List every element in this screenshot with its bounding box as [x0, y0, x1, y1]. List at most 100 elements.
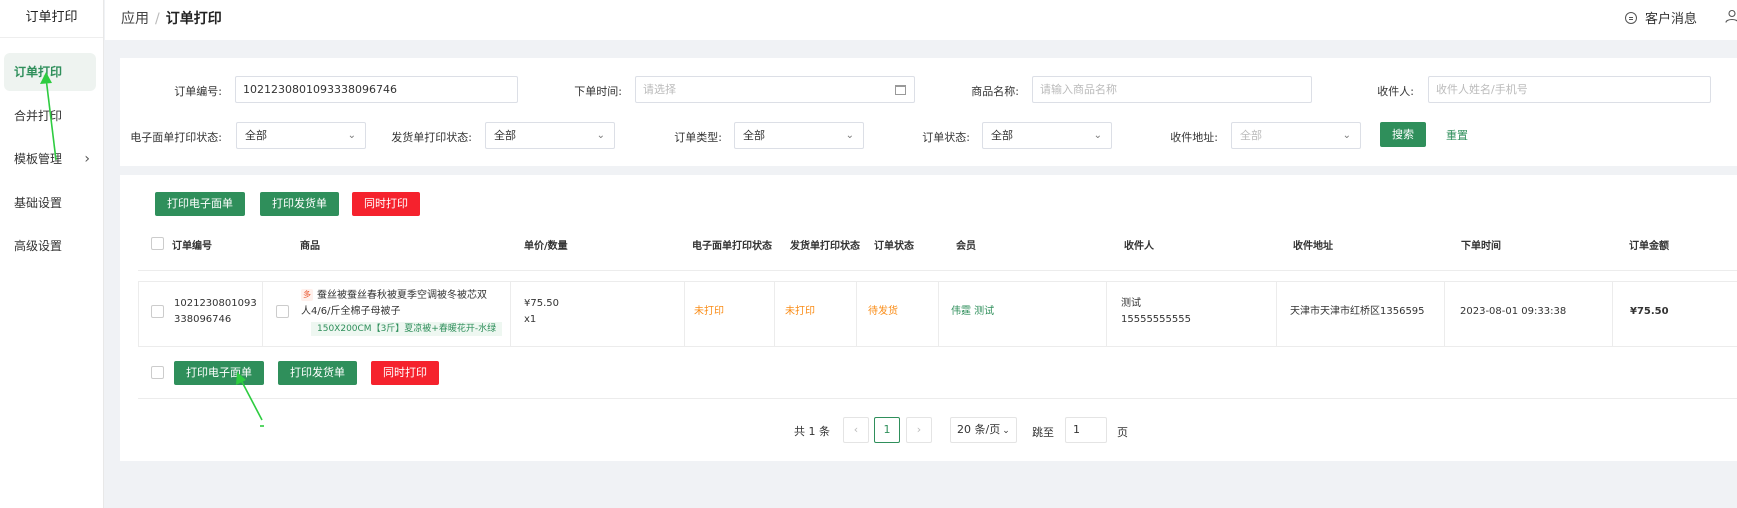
ewaybill-status-value: 全部	[245, 129, 267, 142]
customer-message-label: 客户消息	[1645, 12, 1698, 27]
sidebar-item-template-manage[interactable]: 模板管理 ›	[4, 140, 96, 178]
column-header: 订单金额	[1629, 241, 1669, 252]
order-time-label: 下单时间:	[574, 85, 622, 98]
bottom-select-all-checkbox[interactable]	[151, 366, 164, 379]
page-size-select[interactable]: 20 条/页 ⌄	[950, 417, 1017, 443]
ship-status-value: 全部	[494, 129, 516, 142]
order-type-value: 全部	[743, 129, 765, 142]
column-header: 商品	[300, 241, 320, 252]
breadcrumb-root[interactable]: 应用	[121, 11, 149, 27]
order-type-select[interactable]: 全部 ⌄	[734, 122, 864, 149]
receiver-input[interactable]: 收件人姓名/手机号	[1428, 76, 1711, 103]
jump-label: 跳至	[1032, 426, 1054, 439]
address-select[interactable]: 全部 ⌄	[1231, 122, 1361, 149]
divider	[856, 281, 857, 346]
prev-page-button[interactable]: ‹	[843, 417, 869, 443]
column-header: 收件人	[1124, 241, 1154, 252]
column-header: 电子面单打印状态	[692, 241, 772, 252]
customer-message-button[interactable]: 客户消息	[1625, 8, 1697, 27]
order-status-select[interactable]: 全部 ⌄	[982, 122, 1112, 149]
print-both-button[interactable]: 同时打印	[352, 192, 420, 216]
sidebar: 订单打印 订单打印 合并打印 模板管理 › 基础设置 高级设置	[0, 0, 104, 508]
column-header: 会员	[956, 241, 976, 252]
address-label: 收件地址:	[1170, 131, 1218, 144]
sidebar-item-merge-print[interactable]: 合并打印	[4, 97, 96, 135]
order-type-label: 订单类型:	[674, 131, 722, 144]
ewaybill-status-badge: 未打印	[694, 306, 724, 317]
ewaybill-status-select[interactable]: 全部 ⌄	[236, 122, 366, 149]
sidebar-item-label: 模板管理	[14, 152, 63, 166]
sidebar-item-label: 合并打印	[14, 109, 63, 123]
breadcrumb-separator: /	[155, 11, 160, 27]
product-checkbox[interactable]	[276, 305, 289, 318]
sidebar-title: 订单打印	[0, 0, 103, 38]
chevron-down-icon: ⌄	[1342, 130, 1351, 141]
chevron-right-icon: ›	[84, 151, 90, 167]
print-ewaybill-button[interactable]: 打印电子面单	[155, 192, 245, 216]
column-header: 收件地址	[1293, 241, 1333, 252]
bottom-print-shipping-button[interactable]: 打印发货单	[278, 361, 357, 385]
order-no-input[interactable]: 1021230801093338096746	[235, 76, 518, 103]
sidebar-item-order-print[interactable]: 订单打印	[4, 53, 96, 91]
sidebar-item-basic-settings[interactable]: 基础设置	[4, 184, 96, 222]
breadcrumb-current: 订单打印	[165, 11, 222, 27]
order-time-picker[interactable]: 请选择	[635, 76, 915, 103]
pagination-total: 共 1 条	[794, 425, 830, 438]
receiver-info: 测试 15555555555	[1121, 298, 1191, 325]
breadcrumb: 应用 / 订单打印	[121, 8, 222, 28]
divider	[138, 346, 1737, 347]
bottom-print-ewaybill-button[interactable]: 打印电子面单	[174, 361, 264, 385]
print-shipping-button[interactable]: 打印发货单	[260, 192, 339, 216]
calendar-icon	[895, 85, 906, 95]
column-header: 单价/数量	[524, 241, 568, 252]
order-no-label: 订单编号:	[174, 85, 222, 98]
chevron-down-icon: ⌄	[596, 130, 605, 141]
chevron-down-icon: ⌄	[1002, 426, 1010, 436]
column-header: 下单时间	[1461, 241, 1501, 252]
divider	[684, 281, 685, 346]
divider	[262, 281, 263, 346]
column-header: 订单状态	[874, 241, 914, 252]
divider	[938, 281, 939, 346]
divider	[138, 270, 1737, 271]
bottom-print-both-button[interactable]: 同时打印	[371, 361, 439, 385]
member-link[interactable]: 伟霆 测试	[951, 304, 994, 320]
ewaybill-status-label: 电子面单打印状态:	[130, 131, 222, 144]
order-amount: ¥75.50	[1630, 306, 1669, 317]
divider	[138, 281, 139, 346]
multi-tag-icon: 多	[301, 289, 313, 301]
jump-page-input[interactable]: 1	[1065, 417, 1107, 443]
divider	[774, 281, 775, 346]
column-header: 发货单打印状态	[790, 241, 860, 252]
ship-status-label: 发货单打印状态:	[391, 131, 472, 144]
select-all-checkbox[interactable]	[151, 237, 164, 250]
divider	[1276, 281, 1277, 346]
order-time: 2023-08-01 09:33:38	[1460, 306, 1567, 317]
product-sku-tag: 150X200CM【3斤】夏凉被+春暖花开-水绿	[311, 322, 503, 336]
product-title: 多蚕丝被蚕丝春秋被夏季空调被冬被芯双 人4/6/斤全棉子母被子	[301, 289, 487, 317]
sidebar-item-advanced-settings[interactable]: 高级设置	[4, 227, 96, 265]
ship-status-select[interactable]: 全部 ⌄	[485, 122, 615, 149]
divider	[1444, 281, 1445, 346]
row-checkbox[interactable]	[151, 305, 164, 318]
receiver-label: 收件人:	[1377, 85, 1414, 98]
receiver-address: 天津市天津市红桥区1356595	[1290, 306, 1425, 317]
order-time-placeholder: 请选择	[643, 83, 676, 96]
order-no: 1021230801093 338096746	[174, 298, 257, 325]
user-icon[interactable]	[1725, 9, 1737, 23]
filter-panel	[120, 58, 1737, 166]
divider	[510, 281, 511, 346]
sidebar-item-label: 基础设置	[14, 196, 63, 210]
top-bar: 应用 / 订单打印	[105, 0, 1737, 40]
product-name-input[interactable]: 请输入商品名称	[1032, 76, 1312, 103]
column-header: 订单编号	[172, 241, 212, 252]
sidebar-item-label: 订单打印	[14, 65, 63, 79]
page-suffix: 页	[1117, 426, 1128, 439]
search-button[interactable]: 搜索	[1380, 122, 1426, 147]
reset-link[interactable]: 重置	[1446, 127, 1468, 143]
next-page-button[interactable]: ›	[906, 417, 932, 443]
sidebar-item-label: 高级设置	[14, 239, 63, 253]
price-qty: ¥75.50 x1	[524, 298, 559, 325]
page-1-button[interactable]: 1	[874, 417, 900, 443]
chevron-down-icon: ⌄	[347, 130, 356, 141]
